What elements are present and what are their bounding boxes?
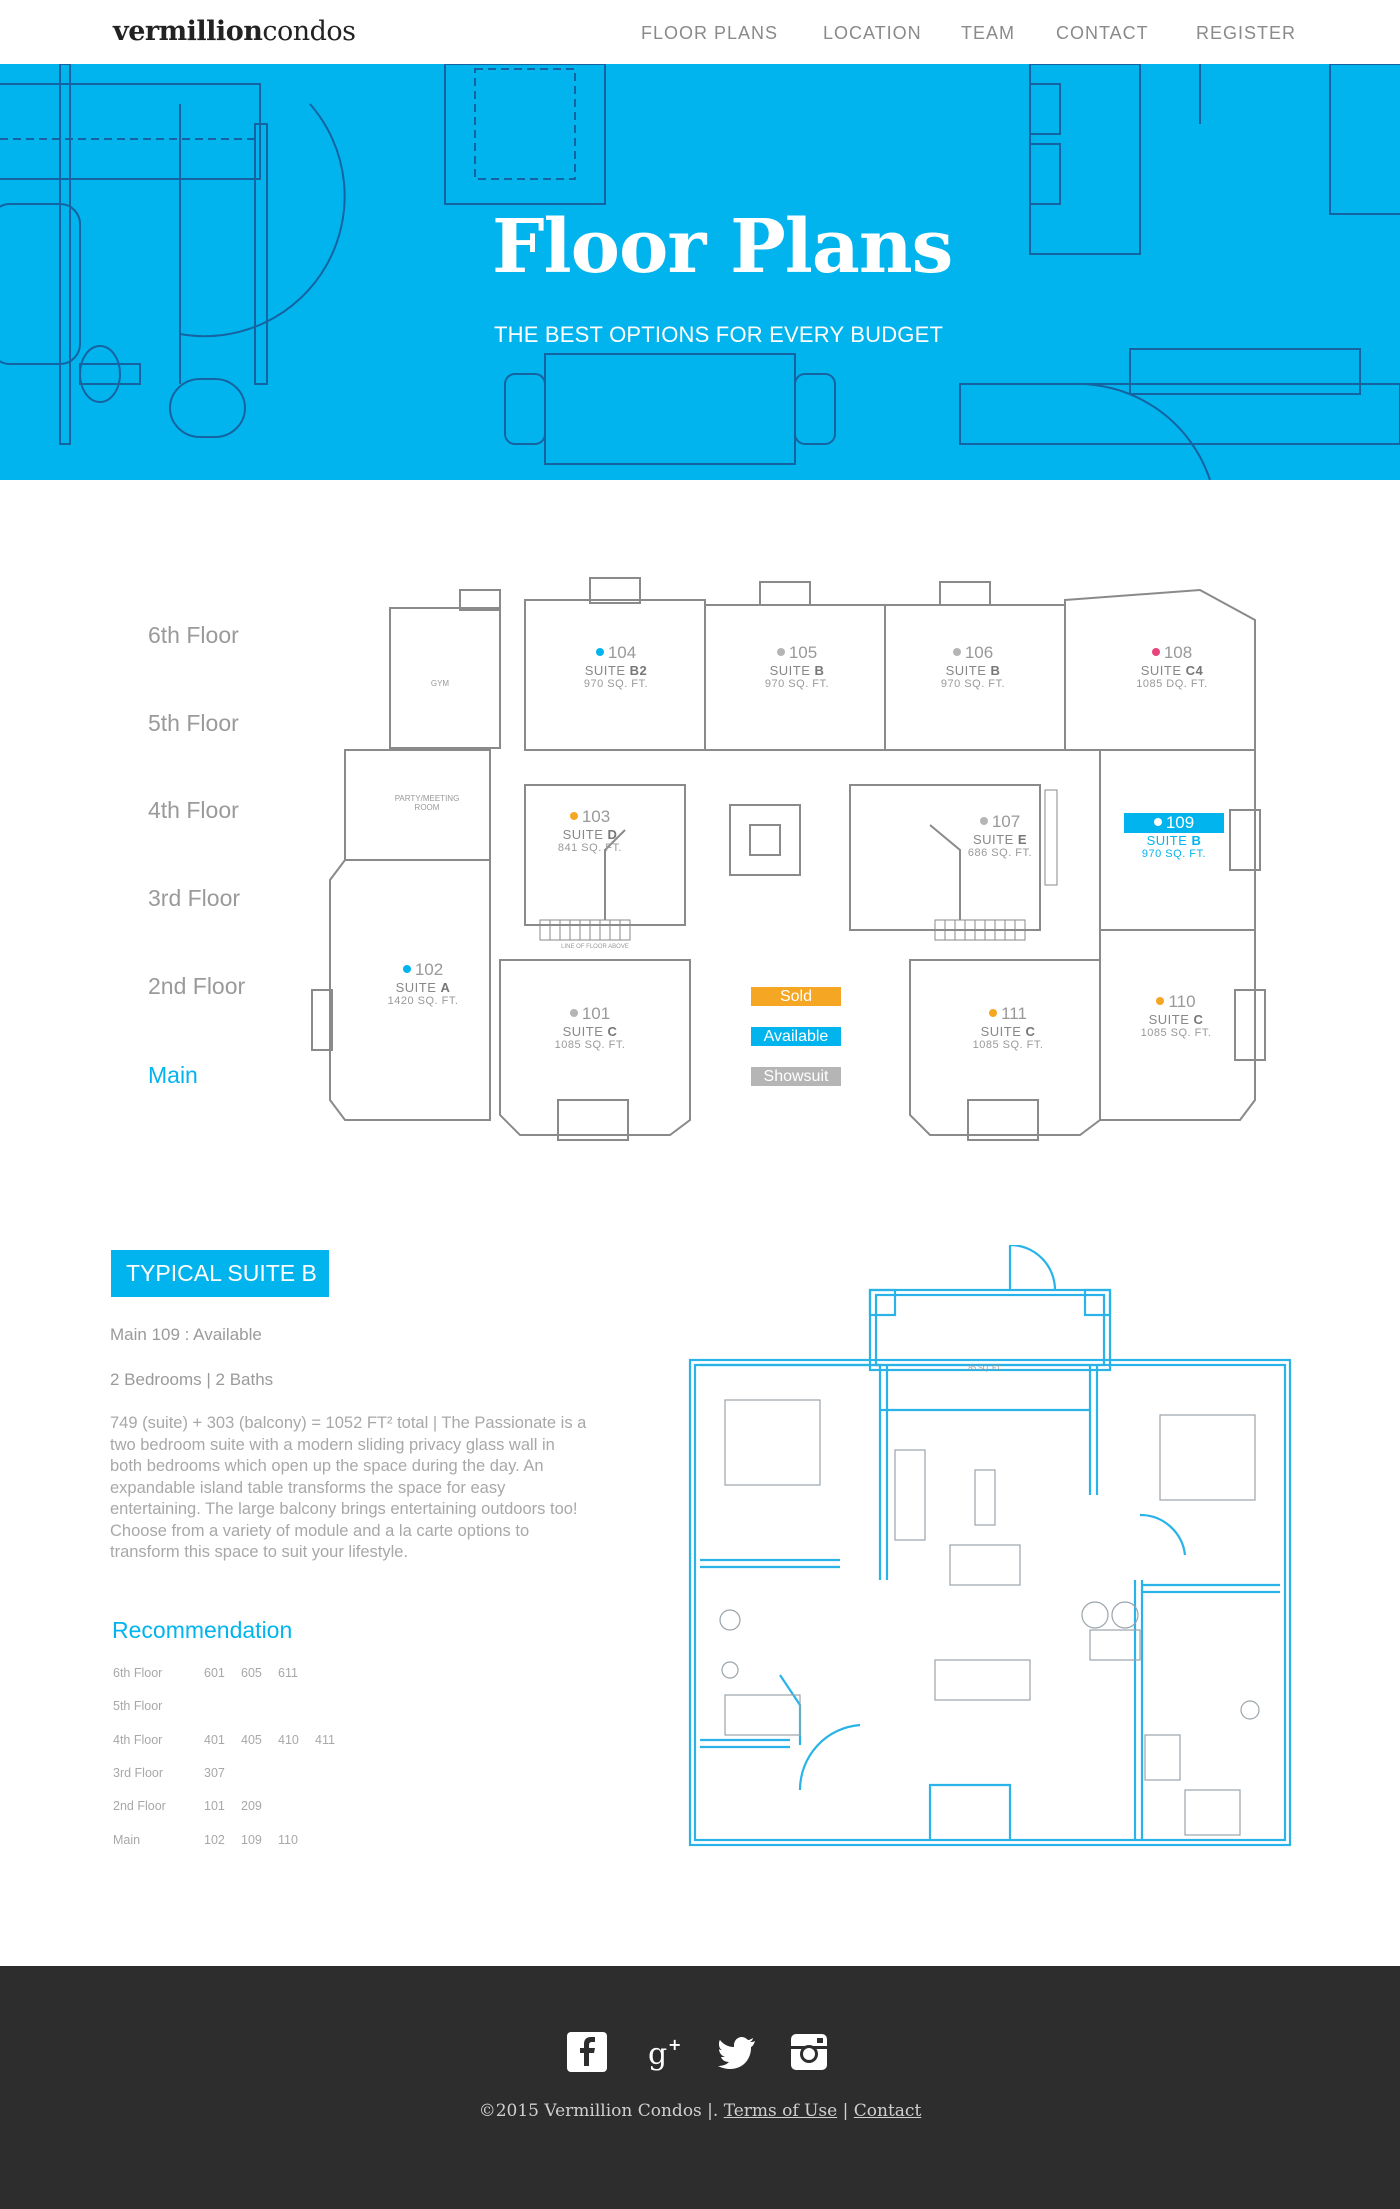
recommendation-row: Main 102 109 110 — [113, 1833, 315, 1847]
svg-text:+: + — [668, 2035, 681, 2054]
site-logo[interactable]: vermillioncondos — [113, 16, 356, 47]
recommendation-unit[interactable]: 605 — [241, 1666, 278, 1680]
recommendation-floor: 6th Floor — [113, 1666, 163, 1680]
unit-107[interactable]: 107 SUITE E 686 SQ. FT. — [950, 812, 1050, 859]
recommendation-unit[interactable]: 101 — [204, 1799, 241, 1813]
room-label-party: PARTY/MEETING ROOM — [394, 794, 460, 812]
nav-location[interactable]: LOCATION — [823, 23, 922, 44]
status-dot — [1156, 997, 1165, 1005]
recommendation-row: 2nd Floor 101 209 — [113, 1799, 278, 1813]
room-label-stairs: LINE OF FLOOR ABOVE — [561, 944, 629, 950]
recommendation-row: 5th Floor — [113, 1699, 204, 1713]
unit-103[interactable]: 103 SUITE D 841 SQ. FT. — [540, 807, 640, 854]
unit-111[interactable]: 111 SUITE C 1085 SQ. FT. — [958, 1004, 1058, 1051]
site-header: vermillioncondos FLOOR PLANS LOCATION TE… — [0, 0, 1400, 64]
recommendation-unit[interactable]: 411 — [315, 1733, 352, 1747]
nav-floor-plans[interactable]: FLOOR PLANS — [641, 23, 778, 44]
unit-108[interactable]: 108 SUITE C4 1085 DQ. FT. — [1117, 643, 1227, 690]
suite-rooms: 2 Bedrooms | 2 Baths — [110, 1370, 274, 1389]
terms-link[interactable]: Terms of Use — [724, 2101, 838, 2121]
unit-102[interactable]: 102 SUITE A 1420 SQ. FT. — [373, 960, 473, 1007]
recommendation-unit[interactable]: 110 — [278, 1833, 315, 1847]
room-label-gym: GYM — [430, 679, 450, 688]
status-dot — [952, 648, 961, 656]
site-footer — [0, 1966, 1400, 2209]
status-dot — [402, 965, 411, 973]
unit-104[interactable]: 104 SUITE B2 970 SQ. FT. — [566, 643, 666, 690]
hero-banner: Floor Plans THE BEST OPTIONS FOR EVERY B… — [0, 64, 1400, 480]
recommendation-unit[interactable]: 410 — [278, 1733, 315, 1747]
recommendation-unit[interactable]: 405 — [241, 1733, 278, 1747]
page-title: Floor Plans — [492, 204, 953, 290]
facebook-icon[interactable] — [567, 2032, 607, 2072]
legend-showsuite: Showsuit — [763, 1068, 829, 1085]
recommendation-row: 4th Floor 401 405 410 411 — [113, 1733, 352, 1747]
recommendation-unit[interactable]: 601 — [204, 1666, 241, 1680]
status-dot — [1153, 818, 1162, 826]
unit-101[interactable]: 101 SUITE C 1085 SQ. FT. — [540, 1004, 640, 1051]
floor-link-3rd[interactable]: 3rd Floor — [148, 885, 240, 912]
instagram-icon[interactable] — [789, 2032, 829, 2072]
recommendation-unit[interactable]: 401 — [204, 1733, 241, 1747]
floor-link-main[interactable]: Main — [148, 1062, 198, 1089]
floor-link-2nd[interactable]: 2nd Floor — [148, 973, 245, 1000]
recommendation-unit[interactable]: 102 — [204, 1833, 241, 1847]
svg-text:g: g — [648, 2037, 667, 2072]
unit-106[interactable]: 106 SUITE B 970 SQ. FT. — [923, 643, 1023, 690]
suite-plan-drawing — [688, 1245, 1292, 1847]
status-dot — [989, 1009, 998, 1017]
unit-110[interactable]: 110 SUITE C 1085 SQ. FT. — [1126, 992, 1226, 1039]
floor-link-5th[interactable]: 5th Floor — [148, 710, 239, 737]
recommendation-unit[interactable]: 307 — [204, 1766, 241, 1780]
suite-badge: TYPICAL SUITE B — [111, 1250, 329, 1297]
recommendation-floor: Main — [113, 1833, 141, 1847]
suite-location-status: Main 109 : Available — [110, 1325, 262, 1344]
recommendation-title: Recommendation — [112, 1617, 293, 1643]
floor-link-6th[interactable]: 6th Floor — [148, 622, 239, 649]
recommendation-unit[interactable]: 611 — [278, 1666, 315, 1680]
twitter-icon[interactable] — [717, 2032, 757, 2072]
recommendation-row: 3rd Floor 307 — [113, 1766, 241, 1780]
status-dot — [595, 648, 604, 656]
google-plus-icon[interactable]: g + — [646, 2032, 686, 2072]
page-subtitle: THE BEST OPTIONS FOR EVERY BUDGET — [494, 322, 944, 347]
recommendation-unit[interactable]: 209 — [241, 1799, 278, 1813]
contact-link[interactable]: Contact — [854, 2101, 922, 2121]
recommendation-floor: 3rd Floor — [113, 1766, 164, 1780]
balcony-size-label: 85 SQ. FT. — [968, 1365, 1002, 1372]
suite-description: 749 (suite) + 303 (balcony) = 1052 FT² t… — [110, 1414, 587, 1561]
legend-available: Available — [763, 1028, 829, 1045]
legend-sold: Sold — [779, 988, 813, 1005]
status-dot — [569, 812, 578, 820]
recommendation-floor: 4th Floor — [113, 1733, 163, 1747]
recommendation-floor: 2nd Floor — [113, 1799, 166, 1813]
status-dot — [979, 817, 988, 825]
nav-team[interactable]: TEAM — [961, 23, 1015, 44]
recommendation-floor: 5th Floor — [113, 1699, 163, 1713]
copyright: ©2015 Vermillion Condos |. Terms of Use … — [478, 2101, 922, 2121]
unit-105[interactable]: 105 SUITE B 970 SQ. FT. — [747, 643, 847, 690]
nav-register[interactable]: REGISTER — [1196, 23, 1296, 44]
recommendation-row: 6th Floor 601 605 611 — [113, 1666, 315, 1680]
status-dot — [569, 1009, 578, 1017]
unit-109-selected[interactable]: 109 SUITE B 970 SQ. FT. — [1124, 813, 1224, 860]
floor-link-4th[interactable]: 4th Floor — [148, 797, 239, 824]
status-dot — [776, 648, 785, 656]
status-dot — [1151, 648, 1160, 656]
recommendation-unit[interactable]: 109 — [241, 1833, 278, 1847]
nav-contact[interactable]: CONTACT — [1056, 23, 1149, 44]
